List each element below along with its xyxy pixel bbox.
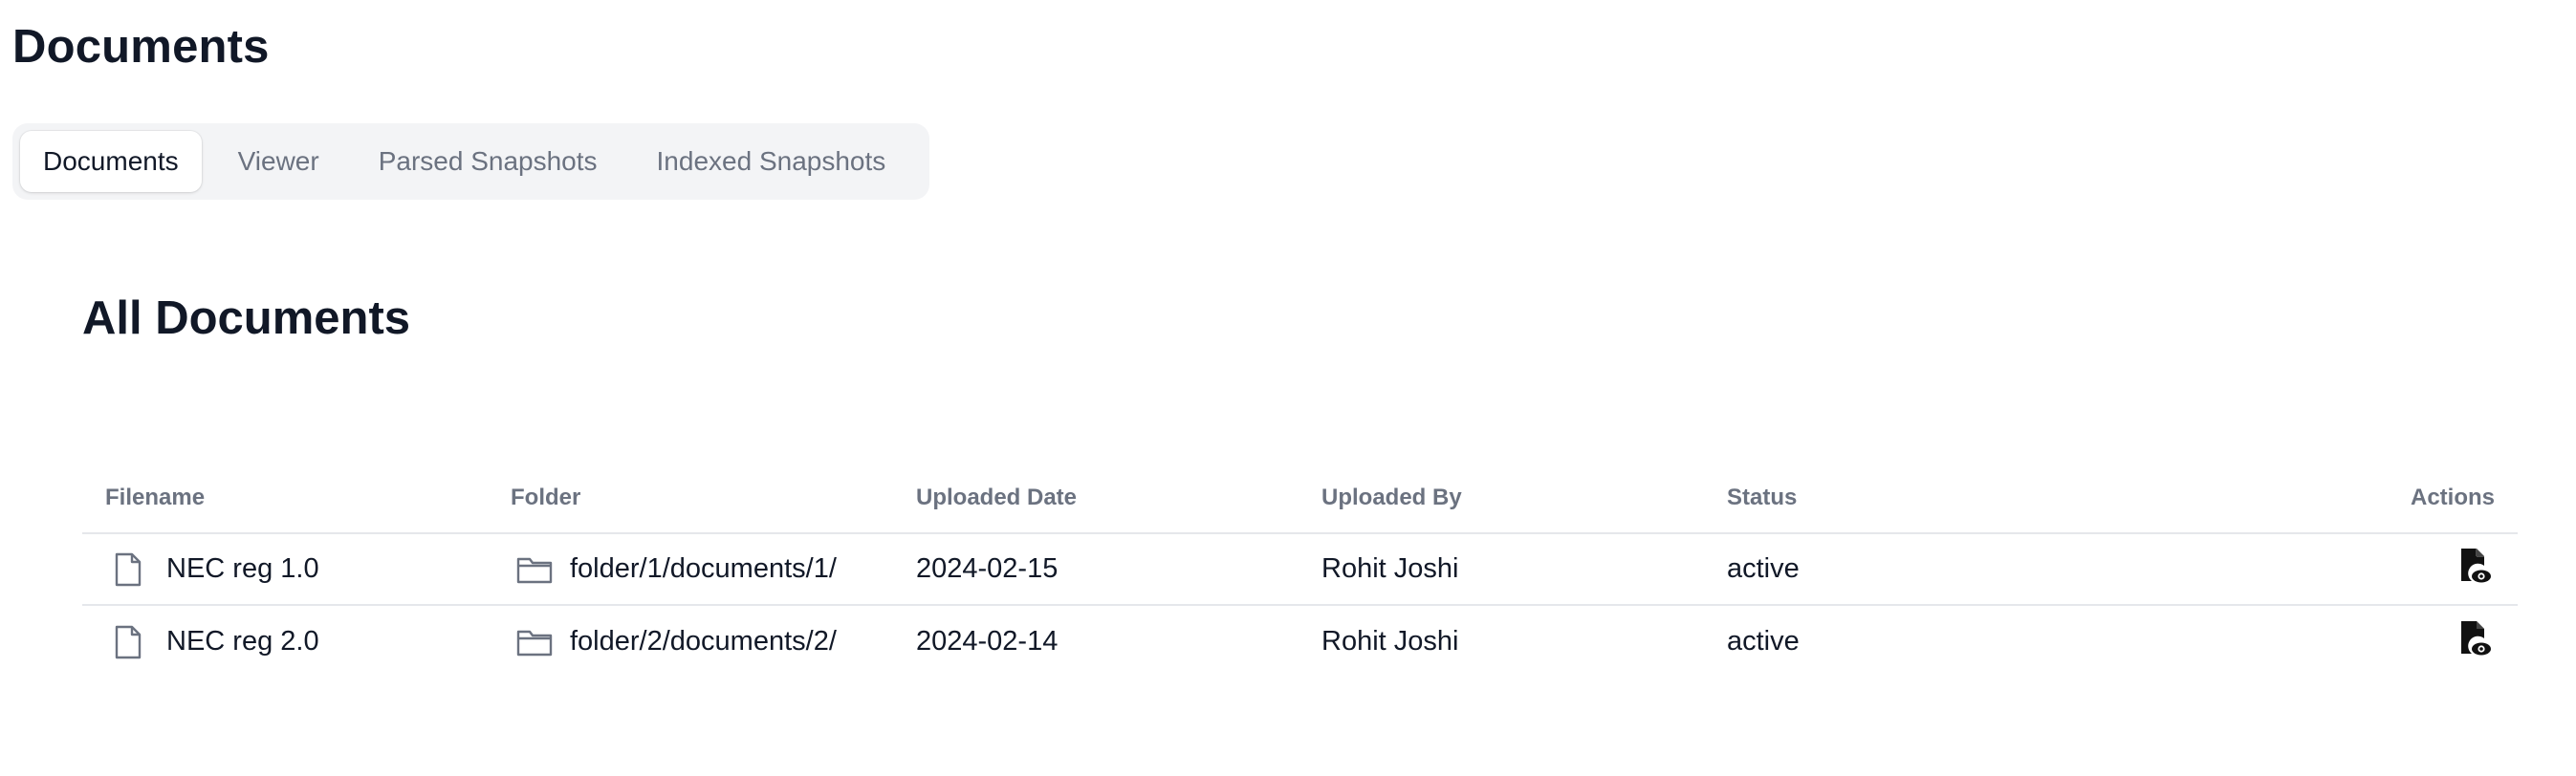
page-title: Documents xyxy=(12,21,270,73)
folder-cell: folder/2/documents/2/ xyxy=(511,626,837,657)
table-header-row: Filename Folder Uploaded Date Uploaded B… xyxy=(82,463,2518,534)
filename-cell: NEC reg 2.0 xyxy=(105,625,319,659)
tab-indexed-snapshots[interactable]: Indexed Snapshots xyxy=(634,131,909,192)
documents-table: Filename Folder Uploaded Date Uploaded B… xyxy=(82,463,2518,678)
folder-text: folder/2/documents/2/ xyxy=(570,626,837,657)
folder-icon xyxy=(516,628,553,657)
status-cell: active xyxy=(1727,626,1800,657)
header-uploaded-date: Uploaded Date xyxy=(916,485,1078,510)
table-row[interactable]: NEC reg 1.0 folder/1/documents/1/ 2024-0… xyxy=(82,534,2518,606)
uploaded-by-cell: Rohit Joshi xyxy=(1321,553,1459,584)
tab-parsed-snapshots[interactable]: Parsed Snapshots xyxy=(356,131,621,192)
header-status: Status xyxy=(1727,485,1798,510)
status-cell: active xyxy=(1727,553,1800,584)
tab-documents[interactable]: Documents xyxy=(20,131,202,192)
table-row[interactable]: NEC reg 2.0 folder/2/documents/2/ 2024-0… xyxy=(82,606,2518,678)
folder-icon xyxy=(516,555,553,584)
actions-cell xyxy=(2456,619,2495,665)
actions-cell xyxy=(2456,547,2495,593)
header-folder: Folder xyxy=(511,485,581,510)
folder-text: folder/1/documents/1/ xyxy=(570,553,837,584)
file-icon xyxy=(113,625,143,659)
section-title: All Documents xyxy=(82,292,411,344)
uploaded-date-cell: 2024-02-14 xyxy=(916,626,1059,657)
tab-bar: Documents Viewer Parsed Snapshots Indexe… xyxy=(12,123,930,200)
filename-cell: NEC reg 1.0 xyxy=(105,552,319,587)
file-icon xyxy=(113,552,143,587)
uploaded-date-cell: 2024-02-15 xyxy=(916,553,1059,584)
file-view-icon[interactable] xyxy=(2456,619,2495,657)
uploaded-by-cell: Rohit Joshi xyxy=(1321,626,1459,657)
file-view-icon[interactable] xyxy=(2456,547,2495,585)
folder-cell: folder/1/documents/1/ xyxy=(511,553,837,585)
header-filename: Filename xyxy=(105,485,206,510)
filename-text: NEC reg 1.0 xyxy=(166,553,319,584)
tab-viewer[interactable]: Viewer xyxy=(215,131,342,192)
header-actions: Actions xyxy=(2410,485,2495,510)
filename-text: NEC reg 2.0 xyxy=(166,626,319,657)
header-uploaded-by: Uploaded By xyxy=(1321,485,1462,510)
